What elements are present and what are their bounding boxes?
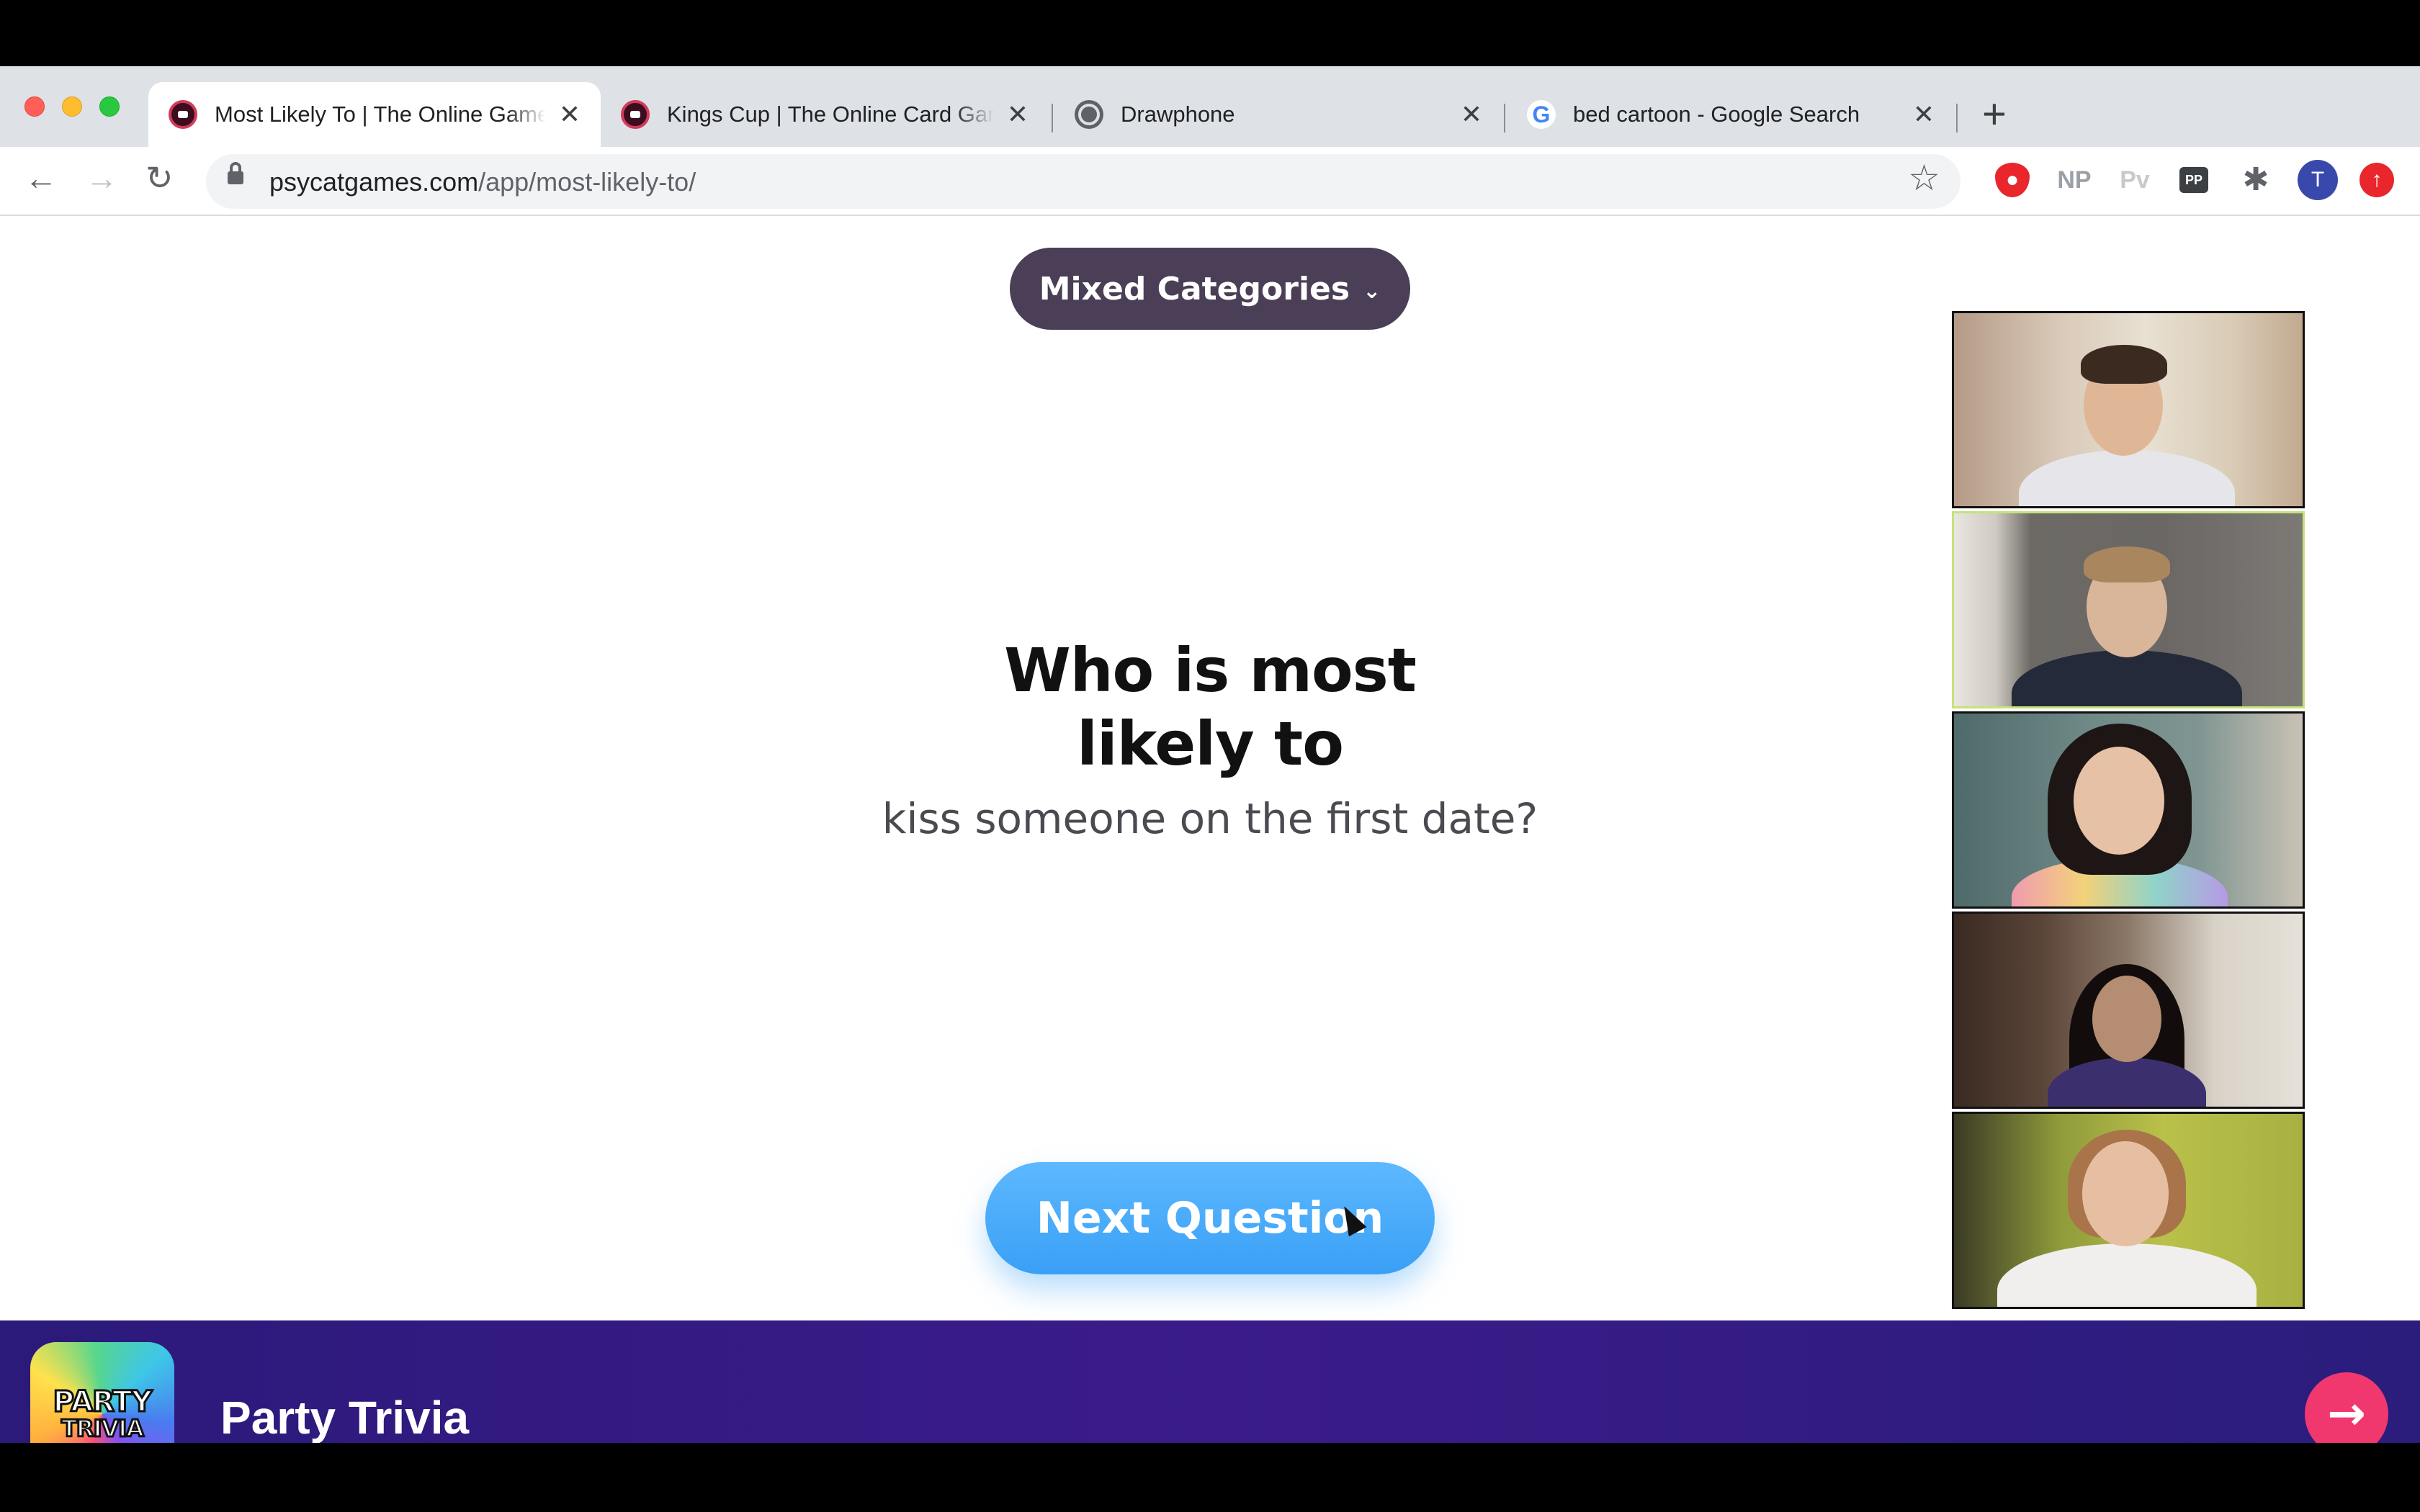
tab-most-likely-to[interactable]: Most Likely To | The Online Game ✕	[148, 82, 601, 147]
new-tab-button[interactable]: +	[1982, 94, 2007, 135]
question-heading: Who is most likely to	[922, 634, 1498, 780]
globe-icon	[1075, 100, 1103, 129]
video-tile-participant-4[interactable]	[1952, 912, 2305, 1109]
question-line-1: Who is most	[1004, 635, 1417, 706]
arrow-right-icon[interactable]: →	[2305, 1372, 2388, 1443]
google-icon: G	[1527, 100, 1556, 129]
person-hair	[2081, 345, 2167, 384]
logo-text-line-1: PARTY	[52, 1385, 153, 1418]
browser-window: Most Likely To | The Online Game ✕ Kings…	[0, 66, 2420, 1443]
question-line-2: likely to	[1077, 708, 1344, 779]
person-head	[2074, 747, 2164, 855]
pp-extension-icon[interactable]: PP	[2179, 167, 2208, 193]
tab-title: Most Likely To | The Online Game	[215, 102, 546, 127]
close-icon[interactable]: ✕	[559, 102, 581, 127]
video-call-panel	[1952, 311, 2308, 1313]
extensions-puzzle-icon[interactable]: ✱	[2238, 163, 2273, 197]
video-tile-participant-5[interactable]	[1952, 1112, 2305, 1309]
video-tile-participant-1[interactable]	[1952, 311, 2305, 508]
profile-avatar[interactable]: T	[2298, 160, 2338, 200]
category-label: Mixed Categories	[1039, 270, 1350, 307]
person-head	[2082, 1141, 2169, 1246]
tab-kings-cup[interactable]: Kings Cup | The Online Card Game ✕	[601, 82, 1049, 147]
tab-separator	[1052, 104, 1053, 132]
back-button[interactable]: ←	[24, 161, 58, 194]
tab-drawphone[interactable]: Drawphone ✕	[1054, 82, 1502, 147]
pv-extension-icon[interactable]: Pv	[2118, 163, 2152, 197]
tab-title: Drawphone	[1121, 102, 1235, 127]
url-path: /app/most-likely-to/	[478, 167, 696, 197]
close-icon[interactable]: ✕	[1913, 102, 1935, 127]
chevron-down-icon: ⌄	[1363, 278, 1381, 304]
tab-strip: Most Likely To | The Online Game ✕ Kings…	[0, 66, 2420, 147]
page-content: Mixed Categories ⌄ Who is most likely to…	[0, 217, 2420, 1443]
cat-icon	[621, 100, 650, 129]
next-question-button[interactable]: Next Question	[985, 1162, 1435, 1274]
screen: Most Likely To | The Online Game ✕ Kings…	[0, 0, 2420, 1512]
lock-icon	[228, 162, 243, 184]
tab-separator	[1504, 104, 1505, 132]
logo-text-line-2: TRIVIA	[60, 1415, 145, 1442]
tab-google-search[interactable]: G bed cartoon - Google Search ✕	[1507, 82, 1955, 147]
np-extension-icon[interactable]: NP	[2057, 163, 2092, 197]
ad-title[interactable]: Party Trivia	[220, 1391, 469, 1443]
maximize-window-button[interactable]	[99, 96, 120, 117]
minimize-window-button[interactable]	[62, 96, 82, 117]
address-bar[interactable]: psycatgames.com/app/most-likely-to/ ☆	[206, 154, 1960, 209]
browser-toolbar: ← → ↻ psycatgames.com/app/most-likely-to…	[0, 147, 2420, 216]
tab-separator	[1956, 104, 1958, 132]
category-dropdown[interactable]: Mixed Categories ⌄	[1010, 248, 1410, 330]
question-text: kiss someone on the first date?	[882, 794, 1538, 843]
party-trivia-logo[interactable]: PARTY TRIVIA	[30, 1342, 174, 1443]
close-icon[interactable]: ✕	[1007, 102, 1028, 127]
person-head	[2092, 976, 2161, 1062]
tab-title: Kings Cup | The Online Card Game	[667, 102, 994, 127]
forward-button[interactable]: →	[85, 161, 118, 194]
cat-icon	[169, 100, 197, 129]
close-icon[interactable]: ✕	[1461, 102, 1482, 127]
close-window-button[interactable]	[24, 96, 45, 117]
bookmark-star-icon[interactable]: ☆	[1908, 160, 1940, 196]
reload-button[interactable]: ↻	[145, 161, 174, 194]
video-tile-participant-2[interactable]	[1952, 511, 2305, 708]
url-text: psycatgames.com/app/most-likely-to/	[269, 167, 696, 197]
update-icon[interactable]: ↑	[2360, 163, 2394, 197]
tab-title: bed cartoon - Google Search	[1573, 102, 1860, 127]
adblock-extension-icon[interactable]: ●	[1995, 163, 2030, 197]
video-tile-participant-3[interactable]	[1952, 711, 2305, 909]
ad-banner[interactable]: PARTY TRIVIA Party Trivia →	[0, 1320, 2420, 1443]
url-domain: psycatgames.com	[269, 167, 479, 197]
person-hair	[2084, 546, 2170, 582]
